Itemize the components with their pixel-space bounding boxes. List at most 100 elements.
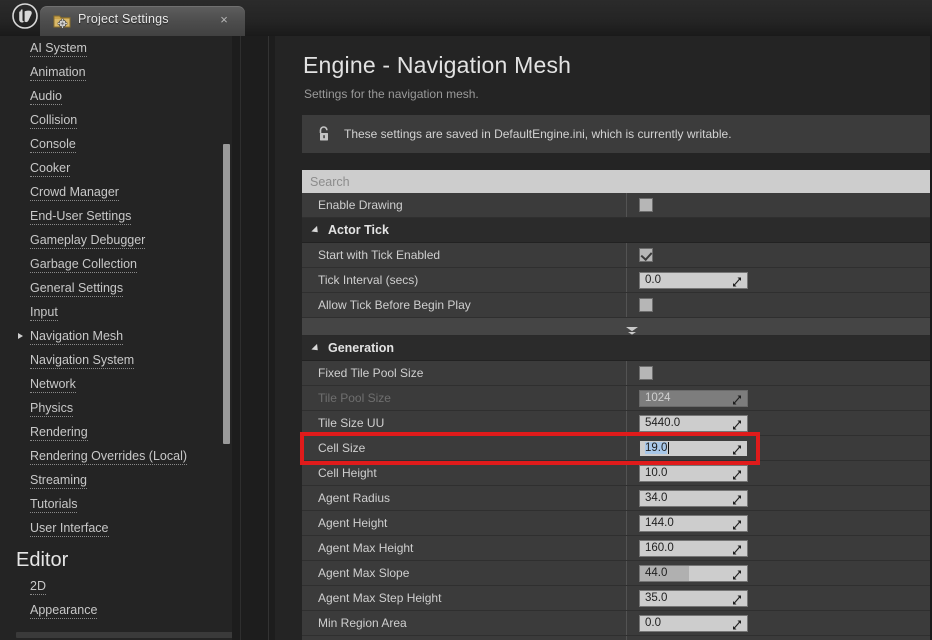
- property-label: Start with Tick Enabled: [302, 243, 627, 267]
- category-header-generation[interactable]: Generation: [302, 336, 932, 361]
- property-label: Fixed Tile Pool Size: [302, 361, 627, 385]
- sidebar-item-label: Garbage Collection: [30, 257, 137, 273]
- sidebar-item-label: Cooker: [30, 161, 70, 177]
- category-header-actor-tick[interactable]: Actor Tick: [302, 218, 932, 243]
- property-label: Enable Drawing: [302, 193, 627, 217]
- category-expand-icon: [311, 343, 320, 352]
- sidebar-item-audio[interactable]: Audio: [0, 84, 232, 108]
- spinner-arrows-icon[interactable]: [731, 618, 743, 630]
- property-value-cell: 34.0: [627, 486, 932, 510]
- number-input-cell-height[interactable]: 10.0: [639, 465, 748, 482]
- number-input-agent-radius[interactable]: 34.0: [639, 490, 748, 507]
- sidebar-item-rendering[interactable]: Rendering: [0, 420, 232, 444]
- number-input-tile-pool-size[interactable]: 1024: [639, 390, 748, 407]
- spinner-arrows-icon[interactable]: [731, 468, 743, 480]
- sidebar-item-cooker[interactable]: Cooker: [0, 156, 232, 180]
- property-value-cell: 1024: [627, 386, 932, 410]
- sidebar-item-gameplay-debugger[interactable]: Gameplay Debugger: [0, 228, 232, 252]
- sidebar-item-console[interactable]: Console: [0, 132, 232, 156]
- property-value-cell: [627, 243, 932, 267]
- sidebar-item-appearance[interactable]: Appearance: [0, 598, 232, 622]
- sidebar-item-rendering-overrides-local[interactable]: Rendering Overrides (Local): [0, 444, 232, 468]
- tab-project-settings[interactable]: Project Settings ×: [40, 6, 245, 36]
- spinner-arrows-icon[interactable]: [731, 418, 743, 430]
- property-row-tick-interval-secs: Tick Interval (secs) 0.0: [302, 268, 932, 293]
- spinner-arrows-icon[interactable]: [731, 518, 743, 530]
- checkbox-fixed-tile-pool-size[interactable]: [639, 366, 653, 380]
- number-input-agent-height[interactable]: 144.0: [639, 515, 748, 532]
- sidebar-item-input[interactable]: Input: [0, 300, 232, 324]
- sidebar-item-ai-system[interactable]: AI System: [0, 36, 232, 60]
- spinner-arrows-icon[interactable]: [731, 593, 743, 605]
- property-label: Tick Interval (secs): [302, 268, 627, 292]
- property-value-cell: [627, 193, 932, 217]
- spinner-arrows-icon[interactable]: [731, 543, 743, 555]
- sidebar-item-label: Collision: [30, 113, 77, 129]
- show-advanced-button[interactable]: [302, 318, 932, 336]
- folder-gear-icon: [53, 13, 71, 29]
- spinner-arrows-icon[interactable]: [731, 568, 743, 580]
- pane-divider[interactable]: [268, 36, 269, 640]
- checkbox-allow-tick-before-begin-play[interactable]: [639, 298, 653, 312]
- sidebar-item-label: AI System: [30, 41, 87, 57]
- sidebar-item-garbage-collection[interactable]: Garbage Collection: [0, 252, 232, 276]
- sidebar-item-collision[interactable]: Collision: [0, 108, 232, 132]
- number-input-cell-size[interactable]: 19.0: [639, 440, 748, 457]
- number-input-tile-size-uu[interactable]: 5440.0: [639, 415, 748, 432]
- sidebar-item-2d[interactable]: 2D: [0, 574, 232, 598]
- property-label: Min Region Area: [302, 611, 627, 635]
- property-label: Agent Max Height: [302, 536, 627, 560]
- sidebar-item-label: Crowd Manager: [30, 185, 119, 201]
- spinner-arrows-icon[interactable]: [731, 275, 743, 287]
- sidebar-item-tutorials[interactable]: Tutorials: [0, 492, 232, 516]
- checkbox-start-with-tick-enabled[interactable]: [639, 248, 653, 262]
- close-icon[interactable]: ×: [217, 13, 231, 27]
- sidebar-item-animation[interactable]: Animation: [0, 60, 232, 84]
- property-value-cell: [627, 361, 932, 385]
- sidebar-item-label: Rendering Overrides (Local): [30, 449, 187, 465]
- property-label: Cell Size: [302, 436, 627, 460]
- sidebar-scroll-thumb[interactable]: [223, 144, 230, 444]
- number-input-agent-max-step-height[interactable]: 35.0: [639, 590, 748, 607]
- number-value: 5440.0: [645, 417, 680, 429]
- text-cursor: [668, 442, 669, 454]
- number-input-agent-max-height[interactable]: 160.0: [639, 540, 748, 557]
- sidebar-item-streaming[interactable]: Streaming: [0, 468, 232, 492]
- property-value-cell: 400.0: [627, 636, 932, 640]
- sidebar-item-navigation-mesh[interactable]: Navigation Mesh: [0, 324, 232, 348]
- property-value-cell: 160.0: [627, 536, 932, 560]
- property-row-agent-max-height: Agent Max Height 160.0: [302, 536, 932, 561]
- search-input[interactable]: [302, 170, 932, 193]
- spinner-arrows-icon[interactable]: [731, 393, 743, 405]
- pane-divider-inner: [240, 36, 241, 640]
- sidebar-item-list: AI System AnimationAudio Collision Console C…: [0, 36, 232, 622]
- property-label: Agent Max Step Height: [302, 586, 627, 610]
- sidebar-vertical-scrollbar[interactable]: [223, 36, 230, 640]
- notice-text: These settings are saved in DefaultEngin…: [344, 127, 732, 141]
- settings-detail-panel: Engine - Navigation Mesh Settings for th…: [275, 36, 932, 640]
- number-input-min-region-area[interactable]: 0.0: [639, 615, 748, 632]
- property-row-agent-max-slope: Agent Max Slope44.0: [302, 561, 932, 586]
- property-value-cell: 44.0: [627, 561, 932, 585]
- property-label: Agent Height: [302, 511, 627, 535]
- checkbox-enable-drawing[interactable]: [639, 198, 653, 212]
- number-input-agent-max-slope[interactable]: 44.0: [639, 565, 748, 582]
- spinner-arrows-icon[interactable]: [731, 443, 743, 455]
- sidebar-item-network[interactable]: Network: [0, 372, 232, 396]
- sidebar-item-general-settings[interactable]: General Settings: [0, 276, 232, 300]
- number-value: 44.0: [645, 567, 667, 579]
- spinner-arrows-icon[interactable]: [731, 493, 743, 505]
- sidebar-item-end-user-settings[interactable]: End-User Settings: [0, 204, 232, 228]
- sidebar-item-navigation-system[interactable]: Navigation System: [0, 348, 232, 372]
- sidebar-horizontal-scrollbar[interactable]: [16, 632, 232, 638]
- number-value: 34.0: [645, 492, 667, 504]
- number-input-tick-interval-secs[interactable]: 0.0: [639, 272, 748, 289]
- sidebar-item-label: 2D: [30, 579, 46, 595]
- property-row-merge-region-size: Merge Region Size400.0: [302, 636, 932, 640]
- sidebar-item-crowd-manager[interactable]: Crowd Manager: [0, 180, 232, 204]
- property-row-agent-radius: Agent Radius34.0: [302, 486, 932, 511]
- property-value-cell: 0.0: [627, 268, 932, 292]
- number-value: 144.0: [645, 517, 674, 529]
- sidebar-item-physics[interactable]: Physics: [0, 396, 232, 420]
- sidebar-item-user-interface[interactable]: User Interface: [0, 516, 232, 540]
